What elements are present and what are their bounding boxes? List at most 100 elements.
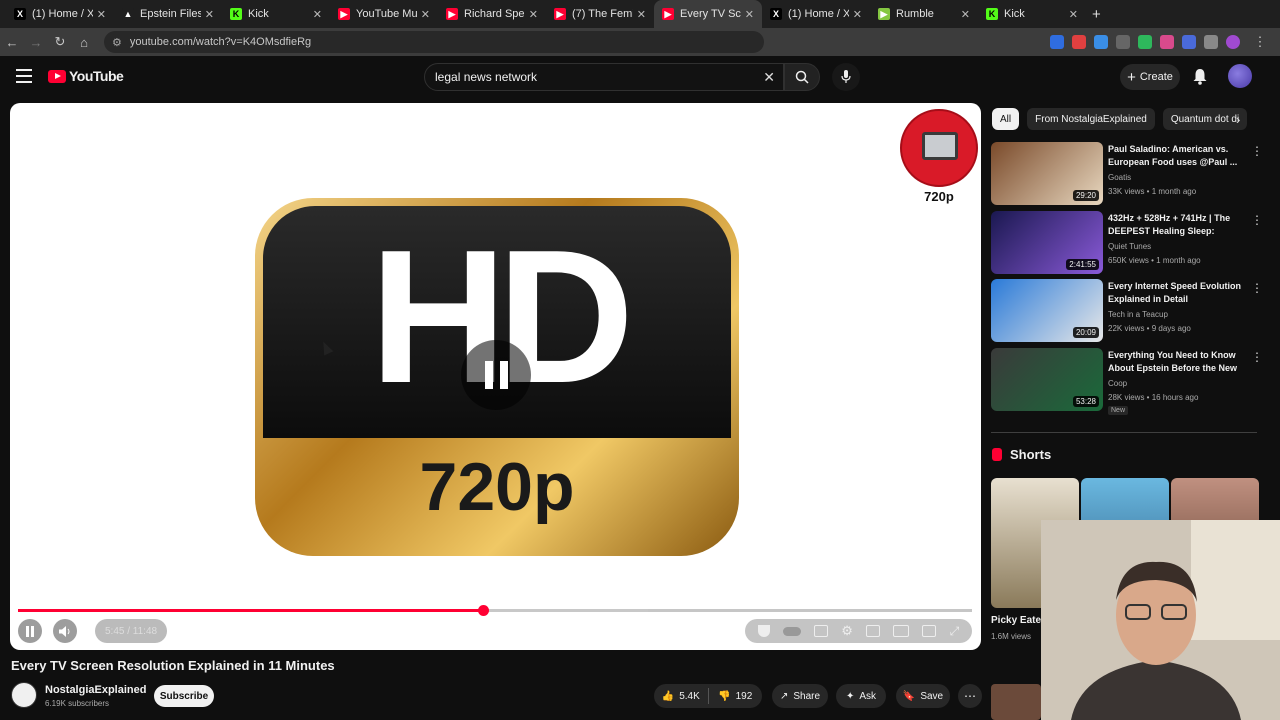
recommended-video[interactable]: 53:28 Everything You Need to Know About E… (991, 348, 1263, 415)
back-icon[interactable]: ← (0, 35, 24, 50)
browser-tab[interactable]: ▲ Epstein Files Bro ✕ (114, 0, 222, 28)
close-tab-icon[interactable]: ✕ (961, 8, 970, 21)
browser-tab[interactable]: ▶ Richard Spencer ✕ (438, 0, 546, 28)
miniplayer-icon[interactable] (866, 625, 881, 637)
recommended-video[interactable]: 20:09 Every Internet Speed Evolution Expl… (991, 279, 1263, 343)
settings-gear-icon[interactable]: ⚙ (841, 623, 853, 639)
chevron-right-icon[interactable]: › (1236, 112, 1240, 127)
voice-search-button[interactable] (832, 63, 860, 91)
video-thumbnail[interactable]: 20:09 (991, 279, 1103, 342)
close-tab-icon[interactable]: ✕ (97, 8, 106, 21)
more-options-icon[interactable]: ⋮ (1251, 213, 1263, 227)
channel-avatar[interactable] (11, 682, 37, 708)
more-options-icon[interactable]: ⋮ (1251, 350, 1263, 364)
video-title[interactable]: 432Hz + 528Hz + 741Hz | The DEEPEST Heal… (1108, 212, 1246, 238)
more-actions-icon[interactable]: ⋯ (958, 684, 982, 708)
youtube-header: YouTube legal news network ✕ + Create (0, 56, 1280, 98)
search-query: legal news network (435, 70, 538, 84)
more-options-icon[interactable]: ⋮ (1251, 144, 1263, 158)
forward-icon[interactable]: → (24, 35, 48, 50)
progress-bar[interactable] (18, 605, 972, 616)
extension-icon[interactable] (1072, 35, 1086, 49)
subscribe-button[interactable]: Subscribe (154, 685, 214, 707)
browser-tab[interactable]: ▶ (7) The Feminist ✕ (546, 0, 654, 28)
video-thumbnail[interactable] (991, 684, 1041, 720)
close-tab-icon[interactable]: ✕ (529, 8, 538, 21)
menu-icon[interactable] (16, 69, 32, 83)
extension-icon[interactable] (1094, 35, 1108, 49)
video-thumbnail[interactable]: 53:28 (991, 348, 1103, 411)
video-title[interactable]: Every Internet Speed Evolution Explained… (1108, 280, 1246, 306)
shield-icon[interactable] (757, 625, 770, 637)
close-tab-icon[interactable]: ✕ (1069, 8, 1078, 21)
cast-icon[interactable] (922, 625, 937, 637)
subtitles-icon[interactable] (814, 625, 828, 637)
more-options-icon[interactable]: ⋮ (1251, 281, 1263, 295)
site-info-icon[interactable]: ⚙ (112, 36, 122, 49)
browser-tab[interactable]: ▶ YouTube Music ✕ (330, 0, 438, 28)
home-icon[interactable]: ⌂ (72, 35, 96, 50)
youtube-logo[interactable]: YouTube (48, 68, 124, 84)
pause-button[interactable] (18, 619, 42, 643)
video-player[interactable]: HD 720p 720p 5:45 / 11:48 ⚙ ⤢ (10, 103, 981, 650)
search-button[interactable] (784, 63, 820, 91)
address-bar[interactable]: ⚙ youtube.com/watch?v=K4OMsdfieRg (104, 31, 764, 53)
save-label: Save (920, 690, 944, 702)
channel-name[interactable]: Goatis (1108, 173, 1131, 182)
close-tab-icon[interactable]: ✕ (313, 8, 322, 21)
video-thumbnail[interactable]: 2:41:55 (991, 211, 1103, 274)
dislike-button[interactable]: 👎 192 (709, 691, 763, 702)
browser-tab[interactable]: ▶ Every TV Scr ✕ (654, 0, 762, 28)
close-tab-icon[interactable]: ✕ (205, 8, 214, 21)
video-title[interactable]: Paul Saladino: American vs. European Foo… (1108, 143, 1246, 169)
notifications-bell-icon[interactable] (1192, 68, 1208, 85)
share-button[interactable]: ↗ Share (772, 684, 828, 708)
like-button[interactable]: 👍 5.4K (654, 691, 708, 702)
filter-chip[interactable]: Quantum dot di (1162, 108, 1248, 130)
menu-dots-icon[interactable]: ⋮ (1248, 34, 1272, 50)
puzzle-icon[interactable] (1204, 35, 1218, 49)
autoplay-toggle[interactable] (782, 626, 801, 636)
extension-icon[interactable] (1050, 35, 1064, 49)
video-thumbnail[interactable]: 29:20 (991, 142, 1103, 205)
account-avatar[interactable] (1228, 64, 1252, 88)
browser-tab[interactable]: K Kick ✕ (978, 0, 1086, 28)
filter-chip[interactable]: All (992, 108, 1020, 130)
channel-name[interactable]: Tech in a Teacup (1108, 310, 1168, 319)
video-title[interactable]: Everything You Need to Know About Epstei… (1108, 349, 1246, 375)
profile-avatar-icon[interactable] (1226, 35, 1240, 49)
new-tab-icon[interactable]: + (1092, 6, 1101, 23)
search-input[interactable]: legal news network ✕ (424, 63, 784, 91)
scrubber-handle[interactable] (477, 605, 489, 616)
close-tab-icon[interactable]: ✕ (853, 8, 862, 21)
clear-search-icon[interactable]: ✕ (763, 69, 775, 86)
like-dislike-group: 👍 5.4K 👎 192 (654, 684, 762, 708)
browser-tab[interactable]: X (1) Home / X ✕ (762, 0, 870, 28)
save-button[interactable]: 🔖 Save (896, 684, 950, 708)
theater-mode-icon[interactable] (893, 625, 910, 637)
browser-tab[interactable]: ▶ Rumble ✕ (870, 0, 978, 28)
reload-icon[interactable]: ↻ (48, 34, 72, 50)
volume-button[interactable] (53, 619, 77, 643)
pause-overlay-icon[interactable] (461, 340, 531, 410)
close-tab-icon[interactable]: ✕ (745, 8, 754, 21)
filter-chip[interactable]: From NostalgiaExplained (1027, 108, 1155, 130)
recommended-video[interactable]: 2:41:55 432Hz + 528Hz + 741Hz | The DEEPE… (991, 211, 1263, 275)
browser-tab[interactable]: X (1) Home / X ✕ (6, 0, 114, 28)
extension-icon[interactable] (1160, 35, 1174, 49)
fullscreen-icon[interactable]: ⤢ (950, 624, 960, 639)
browser-tab[interactable]: K Kick ✕ (222, 0, 330, 28)
channel-name[interactable]: Quiet Tunes (1108, 242, 1151, 251)
recommended-video[interactable]: 29:20 Paul Saladino: American vs. Europea… (991, 142, 1263, 206)
ask-button[interactable]: ✦ Ask (836, 684, 886, 708)
create-button[interactable]: + Create (1120, 64, 1180, 90)
extension-icon[interactable] (1116, 35, 1130, 49)
extension-icon[interactable] (1138, 35, 1152, 49)
close-tab-icon[interactable]: ✕ (637, 8, 646, 21)
short-title[interactable]: Picky Eate (991, 615, 1041, 626)
tab-title: YouTube Music (356, 8, 417, 20)
channel-name[interactable]: Coop (1108, 379, 1127, 388)
close-tab-icon[interactable]: ✕ (421, 8, 430, 21)
extension-icon[interactable] (1182, 35, 1196, 49)
channel-name[interactable]: NostalgiaExplained (45, 684, 146, 696)
